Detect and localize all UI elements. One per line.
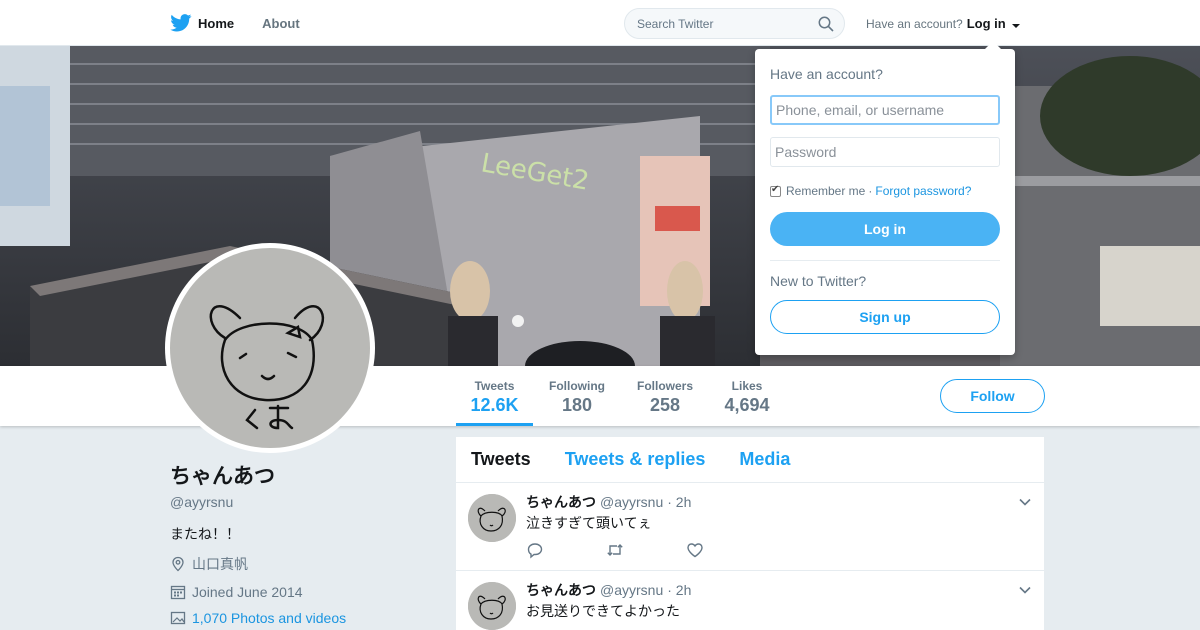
profile-handle[interactable]: @ayyrsnu [170,494,440,510]
login-dropdown: Have an account? Remember me · Forgot pa… [755,41,1015,355]
like-button[interactable] [686,541,766,559]
password-input[interactable] [770,137,1000,167]
calendar-icon [170,585,186,600]
chevron-down-icon[interactable] [1018,495,1032,509]
timeline: Tweets Tweets & replies Media ちゃんあつ @ayy… [456,437,1044,630]
nav-home[interactable]: Home [170,14,234,32]
tweet-header: ちゃんあつ @ayyrsnu · 2h [526,580,691,600]
avatar-drawing [170,248,370,448]
retweet-button[interactable] [606,541,686,559]
tweet-actions [526,541,766,559]
timeline-tabs: Tweets Tweets & replies Media [456,437,1044,483]
tab-media[interactable]: Media [739,449,790,470]
stat-following[interactable]: Following 180 [542,366,612,426]
profile-avatar[interactable] [165,243,375,453]
tab-tweets[interactable]: Tweets [471,449,531,470]
stat-followers-value: 258 [649,395,681,415]
heart-icon [687,543,703,558]
top-navigation-bar: Home About Have an account? Log in [0,0,1200,46]
nav-home-label: Home [198,15,235,31]
tweet-timestamp[interactable]: · 2h [667,582,691,598]
remember-separator: · [868,184,873,198]
profile-location-text: 山口真帆 [192,556,248,572]
tweet-author-handle[interactable]: @ayyrsnu [600,582,663,598]
nav-about-label: About [262,15,300,31]
stat-followers[interactable]: Followers 258 [630,366,700,426]
photo-icon [170,611,186,625]
chevron-down-icon[interactable] [1018,583,1032,597]
stat-following-value: 180 [561,395,593,415]
nav-left: Home About [170,0,328,46]
tab-tweets-and-replies[interactable]: Tweets & replies [565,449,706,470]
profile-photos-link[interactable]: 1,070 Photos and videos [170,610,440,626]
profile-joined-text: Joined June 2014 [192,584,303,600]
search-icon[interactable] [818,16,834,32]
username-input[interactable] [770,95,1000,125]
profile-photos-text: 1,070 Photos and videos [192,610,347,626]
forgot-password-link[interactable]: Forgot password? [875,184,971,198]
stat-tweets-value: 12.6K [470,395,519,415]
signup-button[interactable]: Sign up [770,300,1000,334]
nav-about[interactable]: About [262,16,300,31]
login-dropdown-title: Have an account? [770,66,883,82]
retweet-icon [607,544,623,556]
profile-bio: またね！！ [170,526,240,542]
remember-me-row: Remember me · Forgot password? [770,184,971,198]
dropdown-divider [770,260,1000,261]
have-account-text: Have an account? [866,16,963,31]
remember-me-checkbox[interactable] [770,184,781,197]
reply-button[interactable] [526,541,606,559]
stat-followers-label: Followers [636,379,693,393]
tweet-text: お見送りできてよかった [526,603,680,619]
search-box [624,8,845,39]
login-button[interactable]: Log in [770,212,1000,246]
tweet-author-name[interactable]: ちゃんあつ [526,580,596,600]
stat-tweets[interactable]: Tweets 12.6K [456,366,533,426]
account-area: Have an account? Log in [866,16,1021,31]
tweet-author-handle[interactable]: @ayyrsnu [600,494,663,510]
tweet-text: 泣きすぎて頭いてぇ [526,515,652,531]
login-link-label: Log in [966,16,1006,31]
stat-likes[interactable]: Likes 4,694 [718,366,776,426]
stat-tweets-label: Tweets [474,379,515,393]
twitter-bird-icon [170,14,192,32]
profile-joined: Joined June 2014 [170,584,440,600]
profile-name: ちゃんあつ [170,465,275,488]
tweet-author-name[interactable]: ちゃんあつ [526,492,596,512]
location-pin-icon [172,556,184,572]
search-input[interactable] [625,9,805,38]
stat-likes-value: 4,694 [724,395,770,415]
tweet-avatar[interactable] [468,582,516,630]
tweet-avatar-drawing [468,494,516,542]
caret-down-icon [1012,24,1021,28]
stat-following-label: Following [549,379,605,393]
tweet[interactable]: ちゃんあつ @ayyrsnu · 2h お見送りできてよかった [456,571,1044,630]
login-dropdown-toggle[interactable]: Log in [967,16,1021,31]
tweet[interactable]: ちゃんあつ @ayyrsnu · 2h 泣きすぎて頭いてぇ [456,483,1044,571]
remember-me-label: Remember me [786,184,866,198]
stat-likes-label: Likes [731,379,763,393]
profile-sidebar: ちゃんあつ @ayyrsnu またね！！ 山口真帆 Joined June 20… [170,460,440,626]
tweet-header: ちゃんあつ @ayyrsnu · 2h [526,492,691,512]
tweet-timestamp[interactable]: · 2h [667,494,691,510]
tweet-avatar[interactable] [468,494,516,542]
new-to-twitter-text: New to Twitter? [770,273,867,289]
follow-button[interactable]: Follow [940,379,1045,413]
profile-location: 山口真帆 [170,554,440,574]
reply-icon [527,543,543,559]
tweet-avatar-drawing [468,582,516,630]
